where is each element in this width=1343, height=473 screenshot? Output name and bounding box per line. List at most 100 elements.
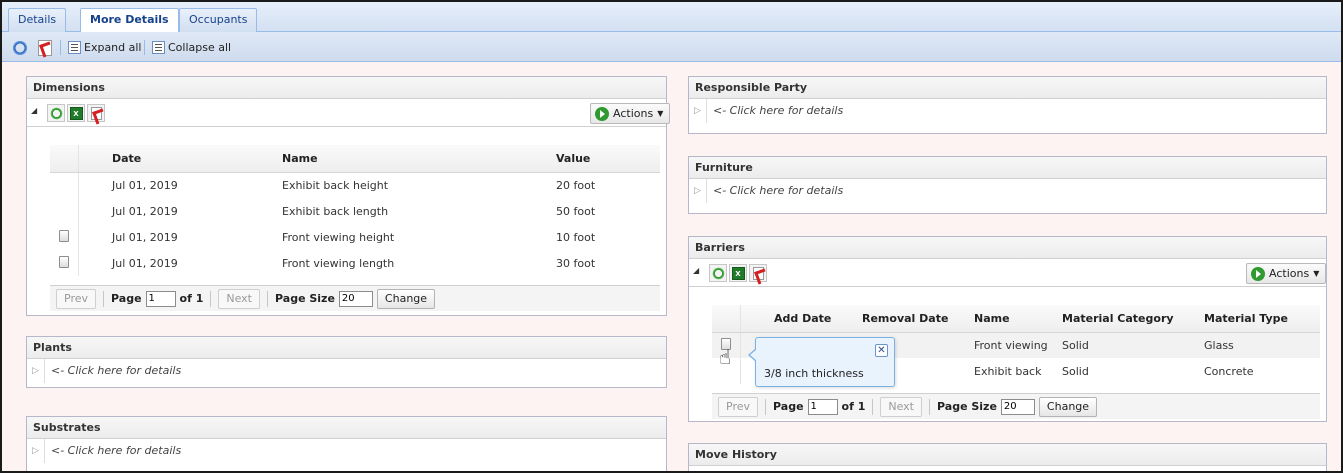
note-tooltip: ✕ 3/8 inch thickness [748,337,895,387]
chevron-down-icon: ▼ [657,109,664,118]
cell-date: Jul 01, 2019 [112,204,178,218]
export-pdf-button[interactable] [749,264,767,282]
excel-icon: X [69,106,83,120]
dimensions-toolbar: ◢ X Actions ▼ [27,99,671,127]
cell-date: Jul 01, 2019 [112,230,178,244]
page-input[interactable] [807,398,838,415]
barriers-panel: Barriers ◢ X Actions ▼ Add Date Removal D… [688,236,1327,422]
collapse-all-button[interactable]: Collapse all [152,39,231,56]
panel-title: Plants [27,337,666,359]
panel-title: Barriers [689,237,1326,259]
col-name[interactable]: Name [276,145,550,173]
actions-label: Actions [613,107,654,120]
cell-value: 20 foot [556,178,596,192]
page-size-input[interactable] [338,290,373,307]
collapse-all-label: Collapse all [168,41,232,54]
panel-title: Substrates [27,417,666,439]
table-row[interactable]: Jul 01, 2019 Exhibit back height 20 foot [50,172,660,198]
table-row[interactable]: Jul 01, 2019 Front viewing length 30 foot [50,250,660,276]
app-frame: Details More Details Occupants Expand al… [0,0,1343,473]
refresh-button[interactable] [709,264,727,282]
export-pdf-button[interactable] [38,39,52,56]
panel-title: Responsible Party [689,77,1326,99]
col-name[interactable]: Name [968,305,1056,333]
page-size-label: Page Size [937,400,997,413]
cell-value: 30 foot [556,256,596,270]
export-pdf-button[interactable] [87,104,105,122]
dimensions-pager: Prev Page of 1 Next Page Size Change [50,285,660,311]
close-icon[interactable]: ✕ [875,344,888,357]
tab-more-details[interactable]: More Details [80,8,179,33]
tab-bar: Details More Details Occupants [2,2,1341,33]
note-icon[interactable] [58,229,69,242]
barriers-toolbar: ◢ X Actions ▼ [689,259,1327,287]
panel-title: Dimensions [27,77,666,99]
table-row[interactable]: Jul 01, 2019 Front viewing height 10 foot [50,224,660,250]
cell-value: 50 foot [556,204,596,218]
refresh-icon [49,106,63,120]
next-page-button[interactable]: Next [218,288,260,309]
dimensions-table: Date Name Value Jul 01, 2019 Exhibit back… [50,145,660,276]
col-date[interactable]: Date [106,145,276,173]
panel-title: Move History [689,444,1326,466]
cell-name: Exhibit back [974,364,1042,378]
expand-arrow-icon[interactable]: ▷ [689,99,707,123]
responsible-party-details-row[interactable]: ▷ <- Click here for details [689,99,1326,123]
col-value[interactable]: Value [550,145,660,173]
col-material-category[interactable]: Material Category [1056,305,1198,333]
tab-details[interactable]: Details [8,8,67,32]
expand-all-button[interactable]: Expand all [68,39,142,56]
refresh-icon [12,39,28,56]
change-button[interactable]: Change [1038,396,1098,417]
cell-category: Solid [1062,338,1089,352]
table-header: Date Name Value [50,145,660,173]
refresh-button[interactable] [12,39,28,56]
dimensions-panel: Dimensions ◢ X Actions ▼ Date Name Value … [26,76,671,316]
page-size-input[interactable] [1000,398,1035,415]
expand-arrow-icon[interactable]: ▷ [27,359,45,383]
export-excel-button[interactable]: X [67,104,85,122]
refresh-icon [711,266,725,280]
details-hint: <- Click here for details [51,444,182,457]
next-page-button[interactable]: Next [880,396,922,417]
expand-all-label: Expand all [84,41,142,54]
col-add-date[interactable]: Add Date [768,305,856,333]
refresh-button[interactable] [47,104,65,122]
cell-type: Concrete [1204,364,1254,378]
table-row[interactable]: Jul 01, 2019 Exhibit back length 50 foot [50,198,660,224]
expand-all-icon [68,41,81,54]
expand-arrow-icon[interactable]: ▷ [27,439,45,463]
collapse-arrow-icon[interactable]: ◢ [693,266,699,275]
cell-name: Front viewing height [282,230,395,244]
details-hint: <- Click here for details [51,364,182,377]
actions-button[interactable]: Actions ▼ [590,103,671,124]
prev-page-button[interactable]: Prev [56,288,96,309]
barriers-pager: Prev Page of 1 Next Page Size Change [712,393,1320,419]
col-material-type[interactable]: Material Type [1198,305,1320,333]
note-icon[interactable] [58,255,69,268]
collapse-arrow-icon[interactable]: ◢ [31,106,37,115]
expand-arrow-icon[interactable]: ▷ [689,179,707,203]
col-removal-date[interactable]: Removal Date [856,305,968,333]
tab-occupants[interactable]: Occupants [179,8,258,32]
pdf-icon [752,266,764,280]
actions-button[interactable]: Actions ▼ [1246,263,1327,284]
page-count: of 1 [179,292,204,305]
actions-label: Actions [1269,267,1310,280]
substrates-details-row[interactable]: ▷ <- Click here for details [27,439,666,463]
pdf-icon [90,106,102,120]
plants-panel: Plants ▷ <- Click here for details [26,336,667,388]
plants-details-row[interactable]: ▷ <- Click here for details [27,359,666,383]
main-toolbar: Expand all Collapse all [2,32,1341,62]
page-label: Page [773,400,804,413]
prev-page-button[interactable]: Prev [718,396,758,417]
export-excel-button[interactable]: X [729,264,747,282]
cell-name: Front viewing [974,338,1048,352]
cell-value: 10 foot [556,230,596,244]
responsible-party-panel: Responsible Party ▷ <- Click here for det… [688,76,1327,134]
toolbar-separator [144,40,145,55]
cell-name: Exhibit back height [282,178,389,192]
furniture-details-row[interactable]: ▷ <- Click here for details [689,179,1326,203]
page-input[interactable] [145,290,176,307]
change-button[interactable]: Change [376,288,436,309]
